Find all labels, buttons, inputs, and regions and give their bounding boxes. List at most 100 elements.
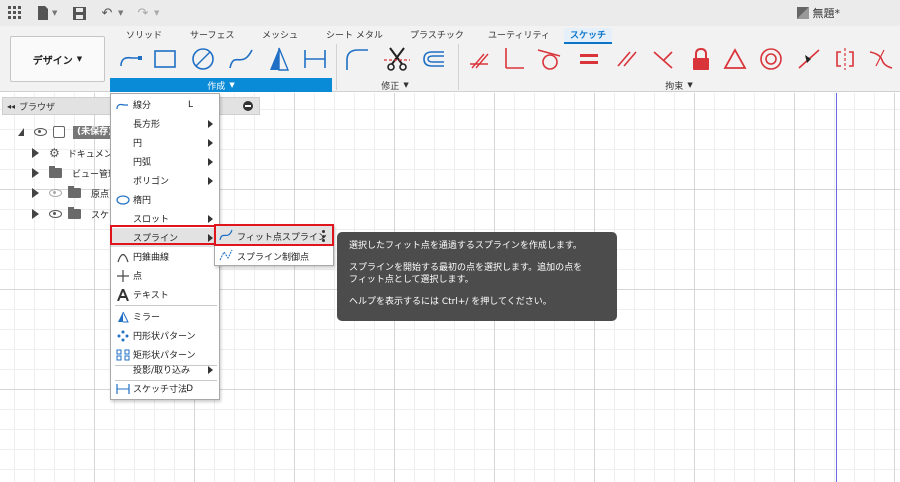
symmetry-constraint-icon[interactable] bbox=[832, 46, 858, 72]
dimension-tool-icon[interactable] bbox=[302, 46, 328, 72]
rectangle-tool-icon[interactable] bbox=[152, 46, 178, 72]
submenu-arrow-icon bbox=[208, 214, 213, 223]
parallel-constraint-icon[interactable] bbox=[614, 46, 640, 72]
redo-icon[interactable]: ↷ bbox=[134, 4, 152, 22]
tab-surface[interactable]: サーフェス bbox=[190, 28, 234, 41]
perpendicular-constraint-icon[interactable] bbox=[500, 46, 526, 72]
create-caret-icon: ▼ bbox=[229, 81, 235, 89]
tab-sketch[interactable]: スケッチ bbox=[564, 28, 613, 44]
spline-tool-icon[interactable] bbox=[228, 46, 254, 72]
modify-caret-icon: ▼ bbox=[403, 81, 409, 89]
menu-item-mirror[interactable]: ミラー bbox=[111, 307, 219, 326]
menu-item-line[interactable]: 線分 L bbox=[111, 95, 219, 114]
visibility-eye-icon[interactable] bbox=[34, 128, 47, 136]
tab-solid[interactable]: ソリッド bbox=[126, 28, 162, 41]
undo-caret-icon[interactable]: ▼ bbox=[118, 9, 123, 17]
fillet-tool-icon[interactable] bbox=[344, 46, 370, 72]
menu-item-polygon[interactable]: ポリゴン bbox=[111, 171, 219, 190]
text-a-icon bbox=[115, 288, 131, 301]
submenu-item-control-point-spline[interactable]: スプライン制御点 bbox=[215, 246, 333, 266]
fix-lock-icon[interactable] bbox=[688, 46, 714, 72]
spline-highlight-box bbox=[110, 225, 216, 245]
file-caret-icon[interactable]: ▼ bbox=[52, 9, 57, 17]
file-icon[interactable] bbox=[34, 4, 52, 22]
document-cube-icon bbox=[796, 7, 809, 19]
constraints-group-dropdown[interactable]: 拘束 ▼ bbox=[458, 78, 900, 92]
workspace-switcher-button[interactable]: デザイン ▼ bbox=[10, 36, 105, 82]
menu-item-ellipse[interactable]: 楕円 bbox=[111, 190, 219, 209]
expand-triangle-icon[interactable] bbox=[32, 209, 39, 219]
document-title: 無題* bbox=[796, 5, 840, 21]
angle-constraint-icon[interactable] bbox=[650, 46, 676, 72]
ribbon-tabs: ソリッド サーフェス メッシュ シート メタル プラスチック ユーティリティ ス… bbox=[0, 26, 900, 44]
trim-scissors-icon[interactable] bbox=[384, 46, 410, 72]
create-group-dropdown[interactable]: 作成 ▼ bbox=[110, 78, 332, 92]
tab-plastic[interactable]: プラスチック bbox=[410, 28, 464, 41]
browser-minimize-icon[interactable] bbox=[243, 101, 253, 111]
submenu-arrow-icon bbox=[208, 138, 213, 147]
expand-triangle-icon[interactable] bbox=[32, 188, 39, 198]
line-icon bbox=[115, 99, 131, 111]
submenu-arrow-icon bbox=[208, 365, 213, 374]
menu-item-circular-pattern[interactable]: 円形状パターン bbox=[111, 326, 219, 345]
ribbon: ソリッド サーフェス メッシュ シート メタル プラスチック ユーティリティ ス… bbox=[0, 26, 900, 92]
folder-icon bbox=[68, 186, 81, 198]
tab-sheet-metal[interactable]: シート メタル bbox=[326, 28, 383, 41]
mirror-icon bbox=[115, 311, 131, 323]
ellipse-icon bbox=[115, 194, 131, 206]
line-tool-icon[interactable] bbox=[118, 46, 144, 72]
expand-triangle-icon[interactable] bbox=[32, 168, 39, 178]
menu-item-sketch-dimension[interactable]: スケッチ寸法 D bbox=[111, 379, 219, 398]
coincident-constraint-icon[interactable] bbox=[466, 46, 492, 72]
modify-group-dropdown[interactable]: 修正 ▼ bbox=[336, 78, 454, 92]
circular-pattern-icon bbox=[115, 330, 131, 342]
expand-triangle-icon[interactable] bbox=[32, 148, 39, 158]
mirror-triangle-tool-icon[interactable] bbox=[266, 46, 292, 72]
menu-separator bbox=[115, 305, 217, 306]
visibility-eye-icon[interactable] bbox=[49, 210, 62, 218]
concentric-constraint-icon[interactable] bbox=[758, 46, 784, 72]
menu-item-conic-curve[interactable]: 円錐曲線 bbox=[111, 247, 219, 266]
redo-caret-icon[interactable]: ▼ bbox=[154, 9, 159, 17]
tree-row-origin[interactable]: 原点 bbox=[32, 185, 109, 201]
fit-point-spline-highlight-box bbox=[214, 224, 334, 246]
offset-tool-icon[interactable] bbox=[420, 46, 446, 72]
tree-row-named-views[interactable]: ビュー管理 bbox=[32, 165, 117, 181]
point-plus-icon bbox=[115, 269, 131, 282]
undo-icon[interactable]: ↶ bbox=[98, 4, 116, 22]
menu-item-point[interactable]: 点 bbox=[111, 266, 219, 285]
curvature-constraint-icon[interactable] bbox=[868, 46, 894, 72]
save-icon[interactable] bbox=[70, 4, 88, 22]
folder-icon bbox=[68, 207, 81, 219]
workspace-caret-icon: ▼ bbox=[76, 55, 83, 63]
gear-icon: ⚙ bbox=[49, 146, 60, 160]
expand-triangle-icon[interactable] bbox=[18, 128, 24, 136]
equal-constraint-icon[interactable] bbox=[576, 46, 602, 72]
collapse-chevron-icon[interactable]: ◂◂ bbox=[7, 102, 15, 111]
visibility-eye-icon[interactable] bbox=[49, 189, 62, 197]
tangent-constraint-icon[interactable] bbox=[536, 46, 562, 72]
command-tooltip: 選択したフィット点を通過するスプラインを作成します。 スプラインを開始する最初の… bbox=[337, 232, 617, 321]
submenu-arrow-icon bbox=[208, 176, 213, 185]
control-point-spline-icon bbox=[219, 249, 235, 264]
menu-item-arc[interactable]: 円弧 bbox=[111, 152, 219, 171]
rectangular-pattern-icon bbox=[115, 349, 131, 361]
tab-mesh[interactable]: メッシュ bbox=[262, 28, 298, 41]
submenu-arrow-icon bbox=[208, 119, 213, 128]
triangle-constraint-icon[interactable] bbox=[722, 46, 748, 72]
component-icon bbox=[53, 126, 65, 138]
top-bar: ▼ ↶ ▼ ↷ ▼ 無題* bbox=[0, 0, 900, 26]
menu-item-project-include[interactable]: 投影/取り込み bbox=[111, 360, 219, 379]
tab-utility[interactable]: ユーティリティ bbox=[488, 28, 550, 41]
constraints-caret-icon: ▼ bbox=[687, 81, 693, 89]
circle-tool-icon[interactable] bbox=[190, 46, 216, 72]
tree-row-document-settings[interactable]: ⚙ ドキュメント bbox=[32, 145, 122, 161]
midpoint-constraint-icon[interactable] bbox=[796, 46, 822, 72]
tree-row-root[interactable]: (未保存) bbox=[18, 124, 117, 140]
menu-item-circle[interactable]: 円 bbox=[111, 133, 219, 152]
menu-item-rectangle[interactable]: 長方形 bbox=[111, 114, 219, 133]
submenu-arrow-icon bbox=[208, 157, 213, 166]
create-dropdown-menu: 線分 L 長方形 円 円弧 ポリゴン 楕円 スロット スプライン 円錐曲線 点 … bbox=[110, 93, 220, 400]
menu-item-text[interactable]: テキスト bbox=[111, 285, 219, 304]
app-grid-icon[interactable] bbox=[6, 4, 24, 22]
